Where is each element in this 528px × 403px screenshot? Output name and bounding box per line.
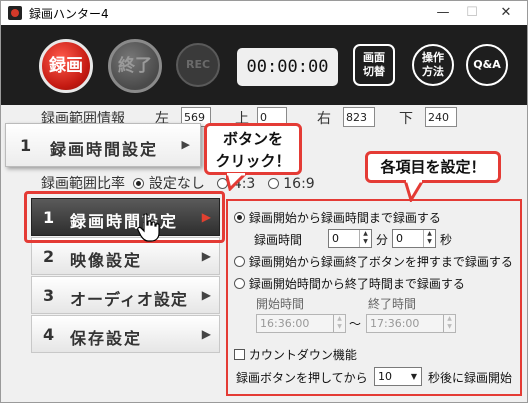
countdown-suffix: 秒後に録画開始 bbox=[428, 371, 513, 385]
option-duration-row: 録画開始から録画時間まで録画する bbox=[234, 209, 441, 226]
app-window: 録画ハンター4 — ☐ ✕ 録画 終了 REC 00:00:00 画面 切替 操… bbox=[0, 0, 528, 403]
start-time-value: 16:36:00 bbox=[260, 317, 310, 330]
chevron-right-icon: ▶ bbox=[201, 249, 211, 263]
set-items-callout-tail-icon bbox=[403, 180, 425, 202]
click-callout: ボタンを クリック！ bbox=[204, 123, 302, 175]
menu-item-save[interactable]: 4 保存設定 ▶ bbox=[31, 315, 220, 353]
screen-switch-button[interactable]: 画面 切替 bbox=[353, 44, 395, 86]
menu-highlight-frame bbox=[24, 191, 225, 243]
menu-item-label: オーディオ設定 bbox=[70, 290, 188, 309]
start-time-label: 開始時間 bbox=[256, 297, 305, 311]
option-until-stop-label: 録画開始から録画終了ボタンを押すまで録画する bbox=[248, 255, 513, 269]
minimize-button[interactable]: — bbox=[428, 3, 458, 23]
bottom-label: 下 bbox=[399, 111, 413, 127]
menu-item-number: 3 bbox=[43, 286, 55, 305]
start-time-spinner[interactable]: 16:36:00 ▲ ▼ bbox=[256, 314, 346, 333]
minutes-value: 0 bbox=[332, 232, 339, 245]
countdown-select[interactable]: 10 ▼ bbox=[374, 367, 422, 386]
option-schedule-row: 録画開始時間から終了時間まで録画する bbox=[234, 275, 465, 292]
minutes-unit: 分 bbox=[376, 233, 389, 247]
duration-label: 録画時間 bbox=[254, 233, 303, 247]
set-items-callout: 各項目を設定！ bbox=[365, 151, 501, 183]
menu-item-label: 映像設定 bbox=[70, 251, 143, 270]
record-button[interactable]: 録画 bbox=[39, 39, 93, 93]
spinner-arrows-icon[interactable]: ▲ ▼ bbox=[333, 315, 345, 332]
spinner-arrows-icon[interactable]: ▲ ▼ bbox=[359, 230, 371, 247]
countdown-row: カウントダウン機能 bbox=[234, 346, 357, 363]
minutes-spinner[interactable]: 0 ▲ ▼ bbox=[328, 229, 372, 248]
chevron-right-icon: ▶ bbox=[201, 288, 211, 302]
countdown-checkbox[interactable] bbox=[234, 349, 245, 360]
seconds-spinner[interactable]: 0 ▲ ▼ bbox=[392, 229, 436, 248]
maximize-button[interactable]: ☐ bbox=[457, 3, 487, 23]
seconds-unit: 秒 bbox=[440, 233, 453, 247]
option-until-stop-radio[interactable] bbox=[234, 256, 245, 267]
step-overlay-box: 1 録画時間設定 ▶ bbox=[5, 123, 201, 167]
close-button[interactable]: ✕ bbox=[491, 3, 521, 23]
recording-time-settings-panel: 録画開始から録画時間まで録画する 録画時間 0 ▲ ▼ 分 0 ▲ ▼ 秒 録画開始… bbox=[226, 199, 522, 396]
menu-item-number: 2 bbox=[43, 247, 55, 266]
right-value-field[interactable]: 823 bbox=[343, 107, 375, 127]
click-callout-line1: ボタンを bbox=[222, 130, 283, 148]
countdown-value: 10 bbox=[378, 370, 392, 383]
chevron-right-icon: ▶ bbox=[181, 138, 190, 151]
how-to-button[interactable]: 操作 方法 bbox=[412, 44, 454, 86]
option-duration-radio[interactable] bbox=[234, 212, 245, 223]
window-title: 録画ハンター4 bbox=[29, 7, 109, 21]
how-to-label-1: 操作 bbox=[422, 51, 444, 64]
aspect-free-label: 設定なし bbox=[148, 176, 205, 192]
step-overlay-number: 1 bbox=[20, 136, 32, 155]
click-callout-tail-icon bbox=[226, 173, 249, 191]
stop-button[interactable]: 終了 bbox=[108, 39, 162, 93]
option-schedule-radio[interactable] bbox=[234, 278, 245, 289]
option-duration-label: 録画開始から録画時間まで録画する bbox=[248, 211, 441, 225]
aspect-label: 録画範囲比率 bbox=[41, 176, 125, 192]
aspect-169-radio[interactable] bbox=[267, 178, 279, 189]
tilde-separator: 〜 bbox=[349, 317, 362, 331]
elapsed-timer: 00:00:00 bbox=[237, 48, 338, 86]
countdown-prefix: 録画ボタンを押してから bbox=[236, 371, 368, 385]
end-time-spinner[interactable]: 17:36:00 ▲ ▼ bbox=[366, 314, 456, 333]
chevron-right-icon: ▶ bbox=[201, 327, 211, 341]
menu-item-label: 保存設定 bbox=[70, 329, 143, 348]
screen-switch-label-1: 画面 bbox=[363, 51, 385, 64]
end-time-value: 17:36:00 bbox=[370, 317, 420, 330]
option-until-stop-row: 録画開始から録画終了ボタンを押すまで録画する bbox=[234, 253, 513, 270]
click-callout-line2: クリック！ bbox=[215, 152, 291, 170]
menu-item-number: 4 bbox=[43, 325, 55, 344]
main-toolbar: 録画 終了 REC 00:00:00 画面 切替 操作 方法 Q&A bbox=[1, 25, 527, 105]
step-overlay-label: 録画時間設定 bbox=[50, 140, 159, 159]
aspect-free-radio[interactable] bbox=[133, 178, 145, 189]
end-time-label: 終了時間 bbox=[368, 297, 417, 311]
spinner-arrows-icon[interactable]: ▲ ▼ bbox=[423, 230, 435, 247]
bottom-value-field[interactable]: 240 bbox=[425, 107, 457, 127]
right-label: 右 bbox=[317, 111, 331, 127]
option-schedule-label: 録画開始時間から終了時間まで録画する bbox=[248, 277, 465, 291]
aspect-ratio-row: 録画範囲比率 設定なし 4:3 16:9 bbox=[41, 173, 315, 193]
how-to-label-2: 方法 bbox=[422, 65, 444, 78]
menu-item-audio[interactable]: 3 オーディオ設定 ▶ bbox=[31, 276, 220, 314]
chevron-down-icon: ▼ bbox=[410, 372, 418, 381]
spinner-arrows-icon[interactable]: ▲ ▼ bbox=[443, 315, 455, 332]
countdown-label: カウントダウン機能 bbox=[248, 348, 357, 362]
qa-button[interactable]: Q&A bbox=[466, 44, 508, 86]
app-icon bbox=[8, 6, 22, 20]
title-bar: 録画ハンター4 — ☐ ✕ bbox=[1, 1, 527, 25]
aspect-169-label: 16:9 bbox=[283, 176, 315, 192]
hand-cursor-icon bbox=[137, 213, 160, 242]
screen-switch-label-2: 切替 bbox=[363, 65, 385, 78]
rec-indicator: REC bbox=[176, 43, 220, 87]
seconds-value: 0 bbox=[396, 232, 403, 245]
